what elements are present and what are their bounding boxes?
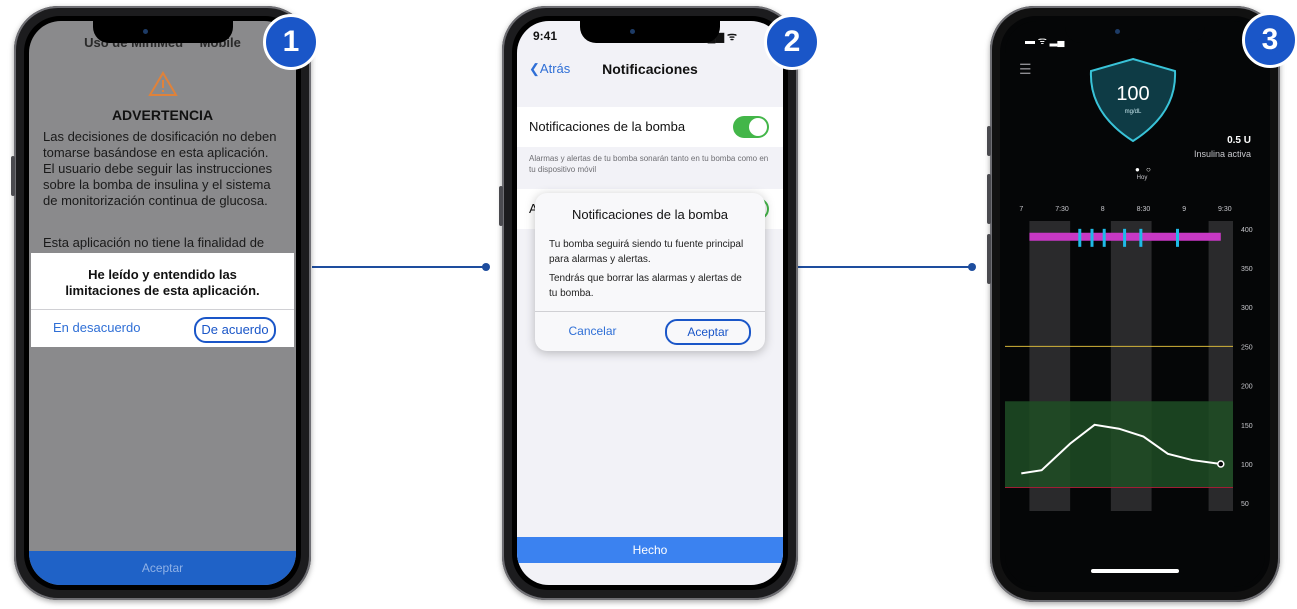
status-time: 9:41 <box>533 29 558 43</box>
dashboard-screen: ▬ ᯤ ▂▄ ☰ 100 mg/dL 0.5 U Insulina activa… <box>1005 21 1265 587</box>
connector-1-2 <box>312 263 490 271</box>
alert-line-1: Tu bomba seguirá siendo tu fuente princi… <box>549 239 744 265</box>
alert-title: Notificaciones de la bomba <box>571 207 729 222</box>
phone-step-3: ▬ ᯤ ▂▄ ☰ 100 mg/dL 0.5 U Insulina activa… <box>987 6 1280 602</box>
confirm-alert: Notificaciones de la bomba Tu bomba segu… <box>535 193 765 351</box>
pump-notifications-row: Notificaciones de la bomba <box>517 107 783 147</box>
bolus-marker <box>1123 228 1127 247</box>
target-range-band <box>1005 401 1233 488</box>
bolus-marker <box>1176 228 1179 247</box>
dialog-message: He leído y entendido las limitaciones de… <box>65 267 260 298</box>
current-glucose-point <box>1217 460 1225 468</box>
phone-step-2: 9:41 ▂▄▆ ᯤ ❮Atrás Notificaciones Notific… <box>499 6 798 600</box>
y-tick-label: 200 <box>1241 384 1253 391</box>
active-insulin-value: 0.5 U <box>1227 135 1251 146</box>
alert-line-2: Tendrás que borrar las alarmas y alertas… <box>549 273 742 299</box>
x-tick-label: 7 <box>1019 206 1023 213</box>
y-tick-label: 350 <box>1241 266 1253 273</box>
status-icons: ▬ ᯤ ▂▄ <box>1025 36 1065 47</box>
x-tick-label: 8:30 <box>1137 206 1151 213</box>
warning-body: Las decisiones de dosificación no deben … <box>43 129 277 208</box>
y-tick-label: 100 <box>1241 462 1253 469</box>
warning-body-partial: Esta aplicación no tiene la finalidad de <box>43 235 265 250</box>
bolus-marker <box>1078 228 1082 247</box>
step-badge-2: 2 <box>764 14 820 70</box>
warning-screen: Uso de MiniMed™ Mobile ADVERTENCIA Las d… <box>29 21 296 585</box>
agree-button[interactable]: De acuerdo <box>194 317 276 343</box>
notifications-screen: 9:41 ▂▄▆ ᯤ ❮Atrás Notificaciones Notific… <box>517 21 783 585</box>
x-tick-label: 7:30 <box>1055 206 1069 213</box>
phone-step-1: Uso de MiniMed™ Mobile ADVERTENCIA Las d… <box>11 6 311 600</box>
page-dots: ● ○ <box>1135 165 1153 174</box>
done-button[interactable]: Hecho <box>517 537 783 563</box>
row-label: Notificaciones de la bomba <box>529 119 686 134</box>
pump-notifications-toggle[interactable] <box>733 116 769 138</box>
cancel-button[interactable]: Cancelar <box>535 311 650 351</box>
active-insulin-label: Insulina activa <box>1193 149 1251 159</box>
row-note: Alarmas y alertas de tu bomba sonarán ta… <box>529 154 769 174</box>
menu-icon[interactable]: ☰ <box>1019 61 1032 78</box>
bolus-marker <box>1139 228 1143 247</box>
y-tick-label: 50 <box>1241 501 1249 508</box>
bolus-marker <box>1102 228 1106 247</box>
accept-button[interactable]: Aceptar <box>665 319 751 345</box>
sensor-glucose-unit: mg/dL <box>1124 109 1142 115</box>
y-tick-label: 250 <box>1241 344 1253 351</box>
warning-title: ADVERTENCIA <box>111 107 214 123</box>
step-badge-1: 1 <box>263 14 319 70</box>
step-badge-3: 3 <box>1242 12 1297 68</box>
connector-2-3 <box>798 263 976 271</box>
accept-footer-button[interactable]: Aceptar <box>29 551 296 585</box>
warning-icon <box>147 71 178 96</box>
y-tick-label: 300 <box>1241 305 1253 312</box>
x-tick-label: 8 <box>1101 206 1105 213</box>
y-tick-label: 150 <box>1241 423 1253 430</box>
limitations-dialog: He leído y entendido las limitaciones de… <box>31 253 294 347</box>
bolus-marker <box>1090 228 1094 247</box>
y-tick-label: 400 <box>1241 227 1253 234</box>
sensor-glucose-value: 100 <box>1116 83 1150 105</box>
home-indicator <box>1091 569 1179 573</box>
disagree-button[interactable]: En desacuerdo <box>31 309 163 347</box>
nav-title: Notificaciones <box>602 61 698 77</box>
x-tick-label: 9:30 <box>1218 206 1232 213</box>
glucose-chart: 7 7:30 8 8:30 9 9:30 400 350 300 250 200 150 100 50 <box>1005 206 1253 511</box>
x-tick-label: 9 <box>1182 206 1186 213</box>
